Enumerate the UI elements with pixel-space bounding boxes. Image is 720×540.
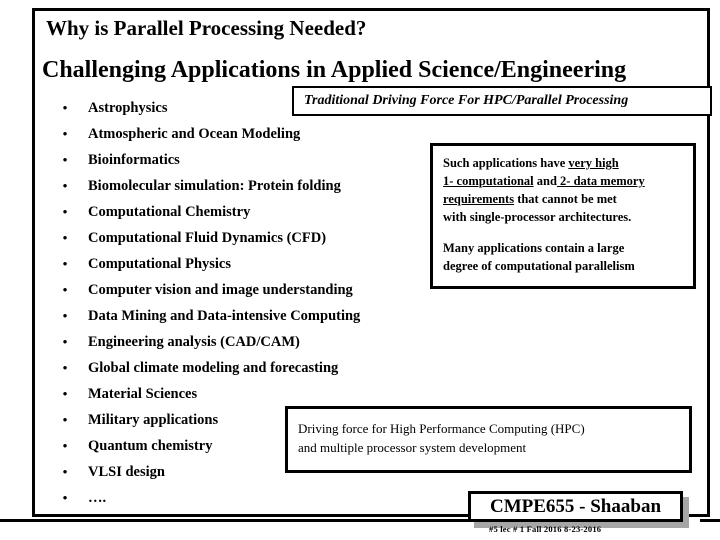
list-item-label: Data Mining and Data-intensive Computing — [88, 308, 361, 324]
req-para2-line2: degree of computational parallelism — [443, 259, 635, 273]
list-item: • Computational Chemistry — [58, 199, 478, 225]
req-line2-underlined-a: 1- computational — [443, 174, 534, 188]
bullet-icon: • — [62, 412, 68, 427]
list-item-label: Atmospheric and Ocean Modeling — [88, 126, 301, 142]
callout-driving-force: Driving force for High Performance Compu… — [285, 406, 692, 473]
list-item-label: Military applications — [88, 412, 219, 428]
bullet-icon: • — [62, 126, 68, 141]
list-item-label: Computational Fluid Dynamics (CFD) — [88, 230, 327, 246]
list-item-label: Biomolecular simulation: Protein folding — [88, 178, 341, 194]
list-item-label: Astrophysics — [88, 100, 168, 116]
bullet-icon: • — [62, 334, 68, 349]
req-line2-underlined-b: 2- data memory — [556, 174, 645, 188]
callout-traditional-text: Traditional Driving Force For HPC/Parall… — [304, 93, 629, 108]
list-item: • Engineering analysis (CAD/CAM) — [58, 329, 478, 355]
bullet-icon: • — [62, 438, 68, 453]
bullet-icon: • — [62, 100, 68, 115]
list-item-label: Global climate modeling and forecasting — [88, 360, 339, 376]
footer-divider-left — [0, 519, 470, 522]
req-line1-prefix: Such applications have — [443, 156, 569, 170]
req-line3-suffix: that cannot be met — [514, 192, 617, 206]
req-line2-middle: and — [533, 174, 557, 188]
req-line3-underlined: requirements — [443, 192, 515, 206]
list-item-label: Bioinformatics — [88, 152, 180, 168]
list-item: • Computer vision and image understandin… — [58, 277, 478, 303]
bullet-icon: • — [62, 360, 68, 375]
bullet-icon: • — [62, 178, 68, 193]
list-item: • Atmospheric and Ocean Modeling — [58, 121, 478, 147]
slide-canvas: Why is Parallel Processing Needed? Chall… — [0, 0, 720, 540]
bullet-icon: • — [62, 152, 68, 167]
bullet-icon: • — [62, 230, 68, 245]
list-item: • Material Sciences — [58, 381, 478, 407]
slide-subtitle: Challenging Applications in Applied Scie… — [42, 57, 627, 83]
page-title: Why is Parallel Processing Needed? — [46, 16, 367, 40]
req-line4: with single-processor architectures. — [443, 210, 632, 224]
list-item: • Global climate modeling and forecastin… — [58, 355, 478, 381]
list-item: • Biomolecular simulation: Protein foldi… — [58, 173, 478, 199]
list-item: • Data Mining and Data-intensive Computi… — [58, 303, 478, 329]
list-item: • …. — [58, 485, 478, 511]
bullet-icon: • — [62, 490, 68, 505]
list-item: • Computational Physics — [58, 251, 478, 277]
callout-requirements-paragraph-2: Many applications contain a large degree… — [433, 226, 693, 275]
bullet-icon: • — [62, 256, 68, 271]
driving-force-line2: and multiple processor system developmen… — [298, 440, 527, 455]
callout-requirements: Such applications have very high 1- comp… — [430, 143, 696, 289]
list-item-label: Computational Chemistry — [88, 204, 251, 220]
bullet-icon: • — [62, 282, 68, 297]
list-item: • Computational Fluid Dynamics (CFD) — [58, 225, 478, 251]
callout-requirements-paragraph-1: Such applications have very high 1- comp… — [433, 146, 693, 226]
footer-meta-label: #5 lec # 1 Fall 2016 8-23-2016 — [489, 524, 602, 534]
footer-banner: CMPE655 - Shaaban — [468, 491, 683, 522]
req-para2-line1: Many applications contain a large — [443, 241, 625, 255]
list-item-label: Computational Physics — [88, 256, 232, 272]
bullet-icon: • — [62, 308, 68, 323]
callout-traditional-driving-force: Traditional Driving Force For HPC/Parall… — [292, 86, 712, 116]
bullet-icon: • — [62, 386, 68, 401]
req-line1-underlined: very high — [568, 156, 619, 170]
list-item-label: Quantum chemistry — [88, 438, 213, 454]
bullet-icon: • — [62, 464, 68, 479]
list-item-label: VLSI design — [88, 464, 165, 480]
list-item: • Bioinformatics — [58, 147, 478, 173]
callout-driving-force-paragraph: Driving force for High Performance Compu… — [288, 409, 689, 457]
bullet-icon: • — [62, 204, 68, 219]
footer-banner-label: CMPE655 - Shaaban — [489, 496, 662, 517]
list-item-label: …. — [88, 490, 107, 506]
list-item-label: Material Sciences — [88, 386, 198, 402]
footer-divider-right — [700, 519, 720, 522]
list-item-label: Computer vision and image understanding — [88, 282, 353, 298]
list-item-label: Engineering analysis (CAD/CAM) — [88, 334, 300, 350]
driving-force-line1: Driving force for High Performance Compu… — [298, 421, 585, 436]
